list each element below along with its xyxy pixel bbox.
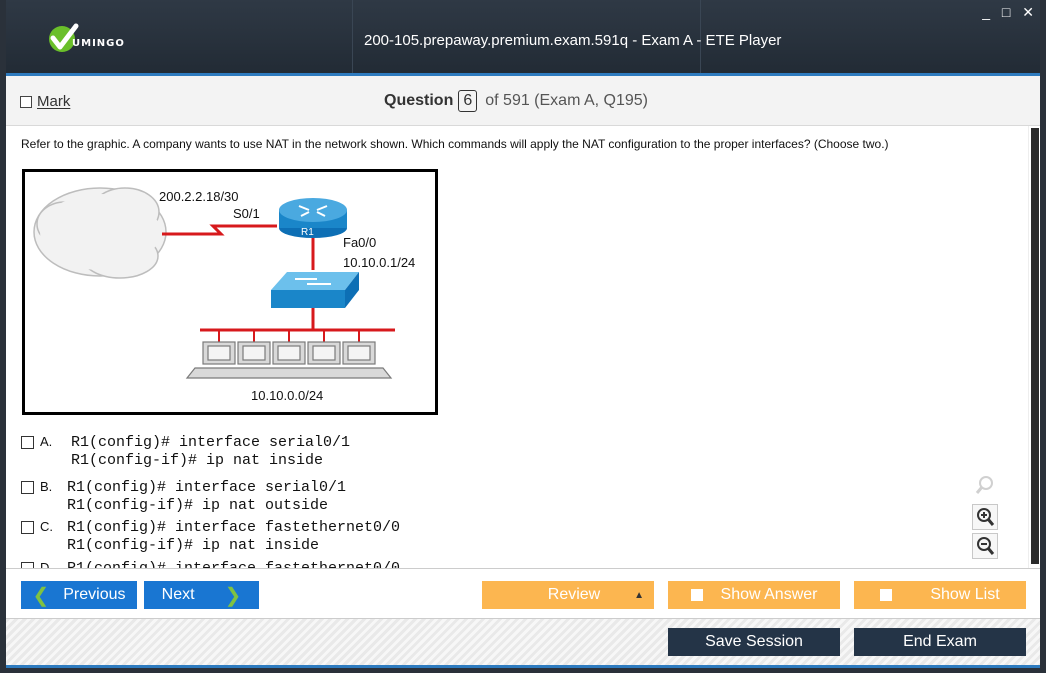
checkbox-icon[interactable] (690, 589, 703, 601)
show-answer-button[interactable]: Show Answer (668, 581, 840, 609)
chevron-left-icon: ❮ (32, 584, 50, 607)
option-code: R1(config)# interface serial0/1 R1(confi… (67, 479, 347, 514)
scrollbar-thumb[interactable] (1031, 128, 1039, 564)
previous-button[interactable]: ❮ Previous (21, 581, 137, 609)
option-letter: A. (40, 434, 53, 449)
checkbox-icon[interactable] (21, 521, 34, 534)
question-label: Question (384, 92, 454, 109)
save-session-button[interactable]: Save Session (668, 628, 840, 656)
mark-label: Mark (37, 93, 71, 110)
previous-label: Previous (63, 586, 126, 603)
review-label: Review (547, 586, 601, 603)
option-code: R1(config)# interface fastethernet0/0 (67, 560, 400, 568)
question-content: Refer to the graphic. A company wants to… (6, 126, 1026, 568)
navigation-bar: ❮ Previous Next ❯ Review ▲ Show Answer S… (6, 568, 1040, 618)
question-header: Mark Question 6 of 591 (Exam A, Q195) (6, 76, 1040, 126)
checkbox-icon[interactable] (21, 481, 34, 494)
network-diagram (33, 187, 395, 379)
show-answer-label: Show Answer (720, 586, 818, 603)
switch-icon (271, 272, 359, 308)
window-title: 200-105.prepaway.premium.exam.591q - Exa… (364, 32, 782, 49)
question-number-input[interactable]: 6 (458, 90, 478, 112)
serial-link (162, 224, 277, 236)
question-counter: Question 6 of 591 (Exam A, Q195) (384, 90, 648, 112)
lan-network-label: 10.10.0.0/24 (251, 388, 324, 403)
lan-interface-label: Fa0/0 (343, 235, 377, 250)
save-session-label: Save Session (705, 633, 803, 650)
wan-ip-label: 200.2.2.18/30 (159, 189, 239, 204)
pc-group-icon (185, 330, 393, 379)
logo-text: UMINGO (72, 38, 125, 49)
option-code: R1(config)# interface serial0/1 R1(confi… (71, 434, 351, 469)
router-label: R1 (301, 227, 314, 238)
title-bar: UMINGO 200-105.prepaway.premium.exam.591… (0, 0, 1046, 76)
option-letter: D. (40, 560, 53, 568)
next-button[interactable]: Next ❯ (144, 581, 259, 609)
question-text: Refer to the graphic. A company wants to… (21, 137, 889, 151)
end-exam-label: End Exam (903, 633, 977, 650)
zoom-in-icon[interactable] (972, 504, 998, 530)
show-list-button[interactable]: Show List (854, 581, 1026, 609)
lan-ip-label: 10.10.0.1/24 (343, 255, 416, 270)
triangle-up-icon: ▲ (634, 589, 644, 601)
checkbox-icon[interactable] (880, 589, 893, 601)
cloud-icon (33, 187, 167, 279)
checkbox-icon[interactable] (20, 95, 32, 108)
option-code: R1(config)# interface fastethernet0/0 R1… (67, 519, 401, 554)
review-button[interactable]: Review ▲ (482, 581, 654, 609)
show-list-label: Show List (930, 586, 1000, 603)
mark-checkbox[interactable]: Mark (20, 93, 70, 110)
zoom-icon[interactable] (972, 472, 998, 498)
wan-interface-label: S0/1 (233, 206, 260, 221)
network-exhibit: 200.2.2.18/30 S0/1 R1 Fa0/0 10.10.0.1/24… (22, 169, 438, 415)
bottom-accent-line (6, 665, 1040, 668)
end-exam-button[interactable]: End Exam (854, 628, 1026, 656)
bottom-action-bar: Save Session End Exam (6, 618, 1040, 666)
next-label: Next (161, 586, 195, 603)
zoom-out-icon[interactable] (972, 533, 998, 559)
window-controls[interactable]: _ □ ✕ (982, 4, 1038, 21)
option-letter: B. (40, 479, 53, 494)
chevron-right-icon: ❯ (224, 584, 242, 607)
question-of-text: of 591 (Exam A, Q195) (485, 92, 648, 109)
checkbox-icon[interactable] (21, 436, 34, 449)
option-letter: C. (40, 519, 53, 534)
vertical-scrollbar[interactable] (1028, 126, 1040, 568)
